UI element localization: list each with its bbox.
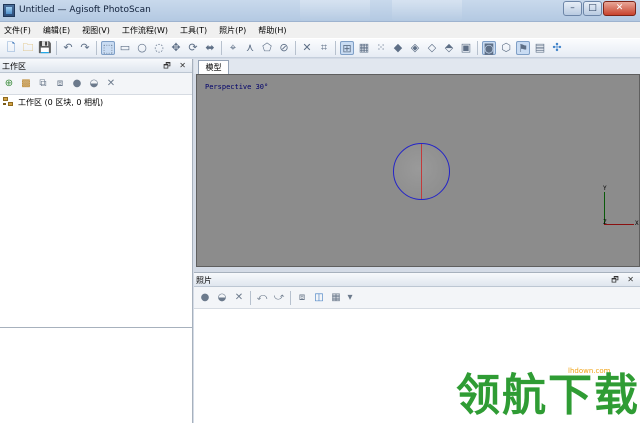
menu-photos[interactable]: 照片(P) [219, 25, 246, 36]
solid-icon[interactable]: ◈ [408, 41, 422, 55]
toolbar-separator [295, 41, 296, 55]
toolbar-separator [290, 290, 291, 305]
view-mode-icon[interactable]: ▦ [329, 291, 343, 305]
shaded-icon[interactable]: ◆ [391, 41, 405, 55]
axis-z-label: Z [603, 219, 607, 226]
circle-select-icon[interactable]: ○ [135, 41, 149, 55]
add-folder-icon[interactable]: ⧉ [36, 77, 50, 91]
move-object-icon[interactable]: ⬌ [203, 41, 217, 55]
properties-panel [0, 327, 193, 423]
menu-bar: 文件(F) 编辑(E) 视图(V) 工作流程(W) 工具(T) 照片(P) 帮助… [0, 22, 640, 38]
wireframe-icon[interactable]: ◇ [425, 41, 439, 55]
enable-icon[interactable]: ● [198, 291, 212, 305]
menu-edit[interactable]: 编辑(E) [43, 25, 70, 36]
title-bar: Untitled — Agisoft PhotoScan – □ ✕ [0, 0, 640, 22]
crop-selection-icon[interactable]: ⌗ [317, 41, 331, 55]
filter-icon[interactable]: ◫ [312, 291, 326, 305]
disable-icon[interactable]: ◒ [215, 291, 229, 305]
dense-grid-icon[interactable]: ▦ [357, 41, 371, 55]
workspace-tree-root[interactable]: 工作区 (0 区块, 0 相机) [3, 97, 103, 108]
window-controls: – □ ✕ [562, 1, 636, 16]
add-chunk-icon[interactable]: ⊕ [2, 77, 16, 91]
markers-icon[interactable]: ⚑ [516, 41, 530, 55]
show-cameras-icon[interactable]: ◙ [482, 41, 496, 55]
toolbar-separator [221, 41, 222, 55]
workspace-panel-controls[interactable]: 🗗 ✕ [163, 60, 189, 74]
title-bar-glow [300, 0, 370, 22]
grid-icon[interactable]: ⊞ [340, 41, 354, 55]
save-icon[interactable]: 💾 [38, 41, 52, 55]
workspace-header: 工作区 🗗 ✕ [0, 59, 192, 73]
axes-indicator: Y Z X [597, 183, 640, 228]
photos-toolbar: ● ◒ ✕ ⤺ ⤻ ⧈ ◫ ▦ ▾ [194, 287, 640, 309]
toolbar-separator [335, 41, 336, 55]
photos-header: 照片 🗗 ✕ [194, 273, 640, 287]
add-photos-icon[interactable]: ▩ [19, 77, 33, 91]
disable-icon[interactable]: ◒ [87, 77, 101, 91]
toolbar-separator [56, 41, 57, 55]
new-icon[interactable]: 🗋 [4, 41, 18, 55]
trackball-sphere [393, 143, 450, 200]
ruler-icon[interactable]: ⌖ [226, 41, 240, 55]
chevron-down-icon[interactable]: ▾ [346, 291, 354, 305]
axis-y-label: Y [603, 185, 607, 192]
rotate-right-icon[interactable]: ⤻ [272, 291, 286, 305]
perspective-label: Perspective 30° [205, 83, 269, 91]
watermark-logo: 领航下载 [456, 370, 640, 421]
undo-icon[interactable]: ↶ [61, 41, 75, 55]
point-cloud-icon[interactable]: ⁙ [374, 41, 388, 55]
axes-icon[interactable]: ✣ [550, 41, 564, 55]
model-viewport[interactable]: Perspective 30° Y Z X [196, 74, 640, 267]
delete-icon[interactable]: ✕ [300, 41, 314, 55]
rotate-object-icon[interactable]: ⟳ [186, 41, 200, 55]
reset-filter-icon[interactable]: ⧈ [295, 291, 309, 305]
main-toolbar: 🗋 🗀 💾 ↶ ↷ ⬚ ▭ ○ ◌ ✥ ⟳ ⬌ ⌖ ⋏ ⬠ ⊘ ✕ ⌗ ⊞ ▦ … [0, 38, 640, 58]
remove-icon[interactable]: ✕ [232, 291, 246, 305]
ruler-scale-icon[interactable]: ▤ [533, 41, 547, 55]
maximize-button[interactable]: □ [583, 1, 602, 16]
app-icon [3, 4, 15, 17]
menu-file[interactable]: 文件(F) [4, 25, 31, 36]
workspace-title: 工作区 [2, 62, 26, 71]
rotate-left-icon[interactable]: ⤺ [255, 291, 269, 305]
workspace-panel: 工作区 🗗 ✕ ⊕ ▩ ⧉ ⧈ ● ◒ ✕ 工作区 (0 区块, 0 相机) [0, 59, 193, 327]
axis-x-label: X [635, 220, 639, 227]
toolbar-separator [96, 41, 97, 55]
toolbar-separator [477, 41, 478, 55]
merge-chunks-icon[interactable]: ⧈ [53, 77, 67, 91]
open-icon[interactable]: 🗀 [21, 41, 35, 55]
redo-icon[interactable]: ↷ [78, 41, 92, 55]
paint-icon[interactable]: ⋏ [243, 41, 257, 55]
eraser-icon[interactable]: ⊘ [277, 41, 291, 55]
tab-model[interactable]: 模型 [198, 60, 229, 74]
remove-icon[interactable]: ✕ [104, 77, 118, 91]
close-button[interactable]: ✕ [603, 1, 636, 16]
menu-help[interactable]: 帮助(H) [258, 25, 286, 36]
menu-tools[interactable]: 工具(T) [180, 25, 207, 36]
navigation-icon[interactable]: ✥ [169, 41, 183, 55]
textured-icon[interactable]: ⬘ [442, 41, 456, 55]
select-icon[interactable]: ⬚ [101, 41, 115, 55]
chunk-tree-icon [3, 97, 15, 108]
show-region-icon[interactable]: ⬡ [499, 41, 513, 55]
minimize-button[interactable]: – [563, 1, 582, 16]
free-select-icon[interactable]: ◌ [152, 41, 166, 55]
photos-panel-controls[interactable]: 🗗 ✕ [611, 274, 637, 288]
workspace-tree-label: 工作区 (0 区块, 0 相机) [18, 98, 104, 107]
axis-x-line [604, 224, 634, 225]
menu-view[interactable]: 视图(V) [82, 25, 110, 36]
enable-icon[interactable]: ● [70, 77, 84, 91]
title-bar-glow [392, 0, 462, 22]
camera-icon[interactable]: ▣ [459, 41, 473, 55]
model-tab-strip [194, 59, 640, 74]
window-title: Untitled — Agisoft PhotoScan [19, 5, 151, 15]
workspace-toolbar: ⊕ ▩ ⧉ ⧈ ● ◒ ✕ [0, 73, 192, 95]
toolbar-separator [250, 290, 251, 305]
menu-workflow[interactable]: 工作流程(W) [122, 25, 168, 36]
rect-select-icon[interactable]: ▭ [118, 41, 132, 55]
photos-title: 照片 [196, 276, 212, 285]
crop-icon[interactable]: ⬠ [260, 41, 274, 55]
